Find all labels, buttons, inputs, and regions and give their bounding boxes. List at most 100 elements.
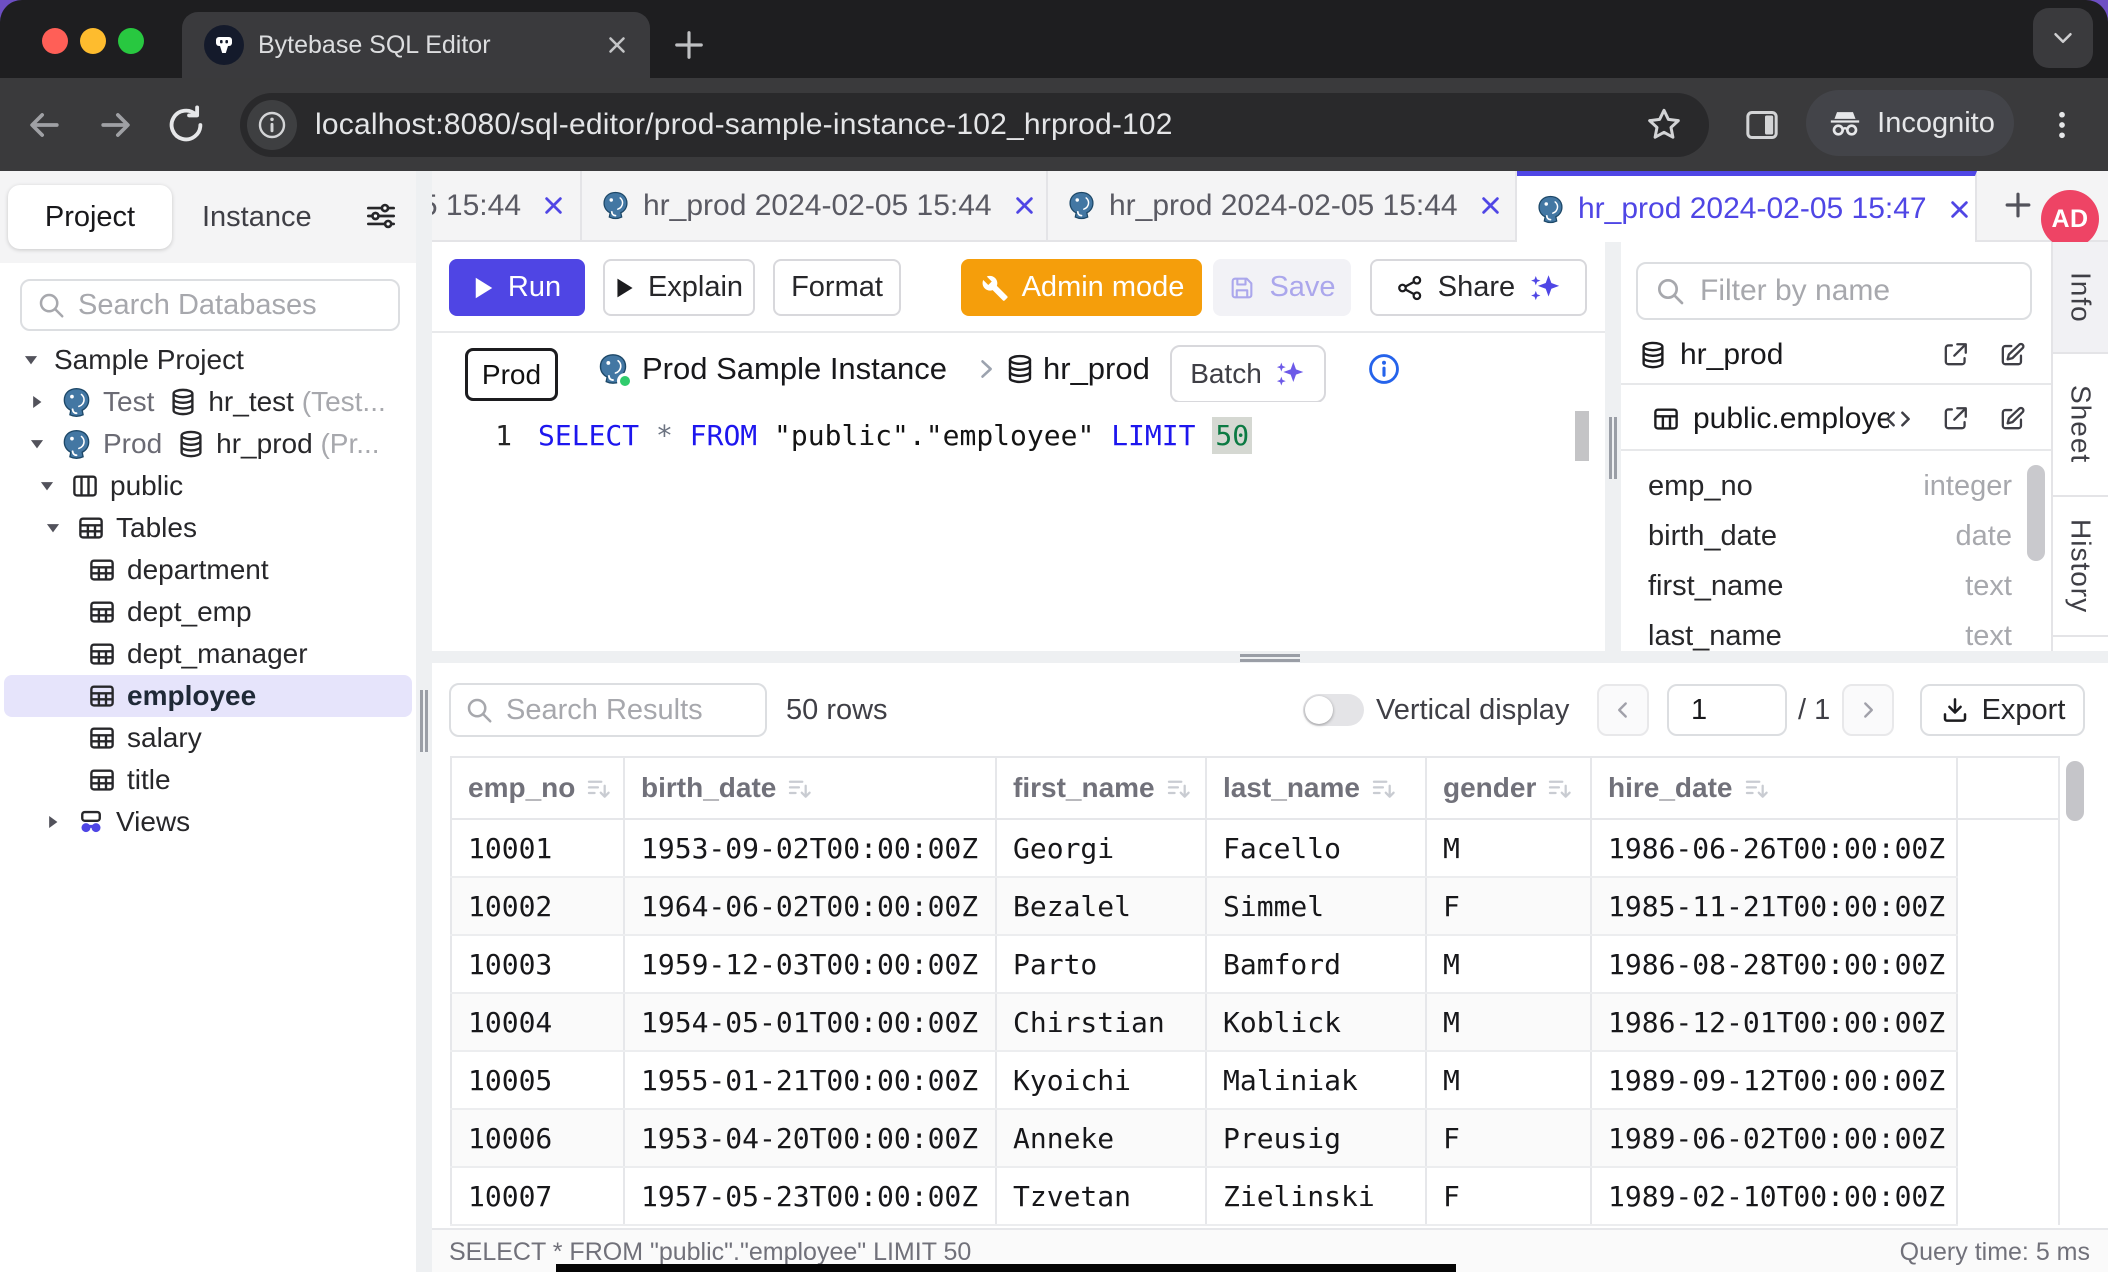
table-cell[interactable]: Bamford <box>1206 935 1426 993</box>
schema-table-row[interactable]: public.employee <box>1621 390 2051 447</box>
table-cell[interactable]: 10007 <box>451 1167 624 1225</box>
sort-icon[interactable] <box>1165 775 1192 802</box>
schema-panel-resize-gutter[interactable] <box>1605 242 1621 651</box>
table-cell[interactable]: Facello <box>1206 819 1426 877</box>
vertical-display-toggle[interactable] <box>1303 694 1364 726</box>
table-cell[interactable]: 1985-11-21T00:00:00Z <box>1591 877 1957 935</box>
table-cell[interactable]: Simmel <box>1206 877 1426 935</box>
browser-menu-button[interactable] <box>2040 78 2084 171</box>
batch-button[interactable]: Batch <box>1170 345 1326 403</box>
table-cell[interactable]: Georgi <box>996 819 1206 877</box>
table-cell[interactable]: Tzvetan <box>996 1167 1206 1225</box>
column-header-hire_date[interactable]: hire_date <box>1591 757 1957 819</box>
browser-address-bar[interactable]: localhost:8080/sql-editor/prod-sample-in… <box>240 93 1709 157</box>
sidebar-tab-project[interactable]: Project <box>8 185 172 249</box>
sql-editor[interactable]: 1 SELECT * FROM "public"."employee" LIMI… <box>432 402 1605 651</box>
browser-forward-button[interactable] <box>94 78 138 171</box>
database-name[interactable]: hr_prod <box>1043 333 1150 404</box>
table-row-10007[interactable]: 100071957-05-23T00:00:00ZTzvetanZielinsk… <box>451 1167 2059 1225</box>
table-cell[interactable]: 1964-06-02T00:00:00Z <box>624 877 996 935</box>
table-cell[interactable]: Chirstian <box>996 993 1206 1051</box>
schema-database-row[interactable]: hr_prod <box>1621 326 2051 383</box>
tree-item-tables[interactable]: Tables <box>4 507 412 549</box>
tree-item-prod-hr-prod[interactable]: Prodhr_prod (Pr... <box>4 423 412 465</box>
tree-item-public[interactable]: public <box>4 465 412 507</box>
bookmark-star-icon[interactable] <box>1640 78 1688 171</box>
tree-item-department[interactable]: department <box>4 549 412 591</box>
sort-icon[interactable] <box>1743 775 1770 802</box>
tree-item-employee[interactable]: employee <box>4 675 412 717</box>
table-cell[interactable]: Bezalel <box>996 877 1206 935</box>
table-cell[interactable]: 1953-04-20T00:00:00Z <box>624 1109 996 1167</box>
editor-tab-1[interactable]: 5 15:44 <box>432 171 582 240</box>
column-header-gender[interactable]: gender <box>1426 757 1591 819</box>
sort-icon[interactable] <box>786 775 813 802</box>
table-cell[interactable]: Kyoichi <box>996 1051 1206 1109</box>
macos-minimize-button[interactable] <box>80 28 106 54</box>
tree-item-test-hr-test[interactable]: Testhr_test (Test... <box>4 381 412 423</box>
explain-button[interactable]: Explain <box>603 259 755 316</box>
table-cell[interactable]: 10001 <box>451 819 624 877</box>
table-cell[interactable]: F <box>1426 1167 1591 1225</box>
schema-column-last_name[interactable]: last_nametext <box>1648 611 2012 651</box>
side-panel-icon[interactable] <box>1738 78 1786 171</box>
editor-tab-4-active[interactable]: hr_prod 2024-02-05 15:47 <box>1517 171 1977 242</box>
table-cell[interactable]: Maliniak <box>1206 1051 1426 1109</box>
column-header-last_name[interactable]: last_name <box>1206 757 1426 819</box>
tab-info[interactable]: Info <box>2053 242 2108 354</box>
edit-icon[interactable] <box>1998 340 2027 369</box>
table-row-10005[interactable]: 100051955-01-21T00:00:00ZKyoichiMaliniak… <box>451 1051 2059 1109</box>
table-cell[interactable]: 1989-06-02T00:00:00Z <box>1591 1109 1957 1167</box>
table-cell[interactable]: 10006 <box>451 1109 624 1167</box>
edit-icon[interactable] <box>1998 404 2027 433</box>
tree-item-sample-project[interactable]: Sample Project <box>4 339 412 381</box>
table-cell[interactable]: Parto <box>996 935 1206 993</box>
editor-tab-3[interactable]: hr_prod 2024-02-05 15:44 <box>1048 171 1517 240</box>
table-cell[interactable]: Koblick <box>1206 993 1426 1051</box>
table-row-10004[interactable]: 100041954-05-01T00:00:00ZChirstianKoblic… <box>451 993 2059 1051</box>
table-cell[interactable]: F <box>1426 1109 1591 1167</box>
caret-right-icon[interactable] <box>24 391 50 413</box>
info-icon[interactable] <box>1367 352 1401 386</box>
results-resize-gutter[interactable] <box>432 651 2108 663</box>
sidebar-resize-gutter[interactable] <box>416 171 432 1272</box>
schema-column-emp_no[interactable]: emp_nointeger <box>1648 461 2012 511</box>
browser-new-tab-button[interactable] <box>668 24 710 66</box>
browser-tab[interactable]: Bytebase SQL Editor <box>182 12 650 78</box>
table-cell[interactable]: 1986-06-26T00:00:00Z <box>1591 819 1957 877</box>
table-cell[interactable]: M <box>1426 993 1591 1051</box>
schema-column-first_name[interactable]: first_nametext <box>1648 561 2012 611</box>
column-header-birth_date[interactable]: birth_date <box>624 757 996 819</box>
tree-item-title[interactable]: title <box>4 759 412 801</box>
admin-mode-button[interactable]: Admin mode <box>961 259 1202 316</box>
table-cell[interactable]: Zielinski <box>1206 1167 1426 1225</box>
table-cell[interactable]: 1986-12-01T00:00:00Z <box>1591 993 1957 1051</box>
column-header-first_name[interactable]: first_name <box>996 757 1206 819</box>
table-cell[interactable]: 1955-01-21T00:00:00Z <box>624 1051 996 1109</box>
table-row-10001[interactable]: 100011953-09-02T00:00:00ZGeorgiFacelloM1… <box>451 819 2059 877</box>
table-cell[interactable]: Preusig <box>1206 1109 1426 1167</box>
filter-by-name-input[interactable]: Filter by name <box>1636 262 2032 320</box>
close-tab-icon[interactable] <box>541 193 566 218</box>
caret-down-icon[interactable] <box>40 517 66 539</box>
next-page-button[interactable] <box>1842 684 1894 736</box>
table-cell[interactable]: M <box>1426 819 1591 877</box>
caret-down-icon[interactable] <box>34 475 60 497</box>
tree-item-dept_emp[interactable]: dept_emp <box>4 591 412 633</box>
table-cell[interactable]: 10004 <box>451 993 624 1051</box>
tree-item-salary[interactable]: salary <box>4 717 412 759</box>
editor-tab-2[interactable]: hr_prod 2024-02-05 15:44 <box>582 171 1048 240</box>
schema-column-birth_date[interactable]: birth_datedate <box>1648 511 2012 561</box>
open-external-icon[interactable] <box>1941 340 1970 369</box>
sort-icon[interactable] <box>1546 775 1573 802</box>
share-button[interactable]: Share <box>1370 259 1587 316</box>
previous-page-button[interactable] <box>1597 684 1649 736</box>
close-tab-icon[interactable] <box>1012 193 1037 218</box>
tree-item-views[interactable]: Views <box>4 801 412 843</box>
table-cell[interactable]: M <box>1426 935 1591 993</box>
table-cell[interactable]: M <box>1426 1051 1591 1109</box>
table-cell[interactable]: 1959-12-03T00:00:00Z <box>624 935 996 993</box>
table-cell[interactable]: 10003 <box>451 935 624 993</box>
save-button[interactable]: Save <box>1213 259 1351 316</box>
table-cell[interactable]: 1989-09-12T00:00:00Z <box>1591 1051 1957 1109</box>
